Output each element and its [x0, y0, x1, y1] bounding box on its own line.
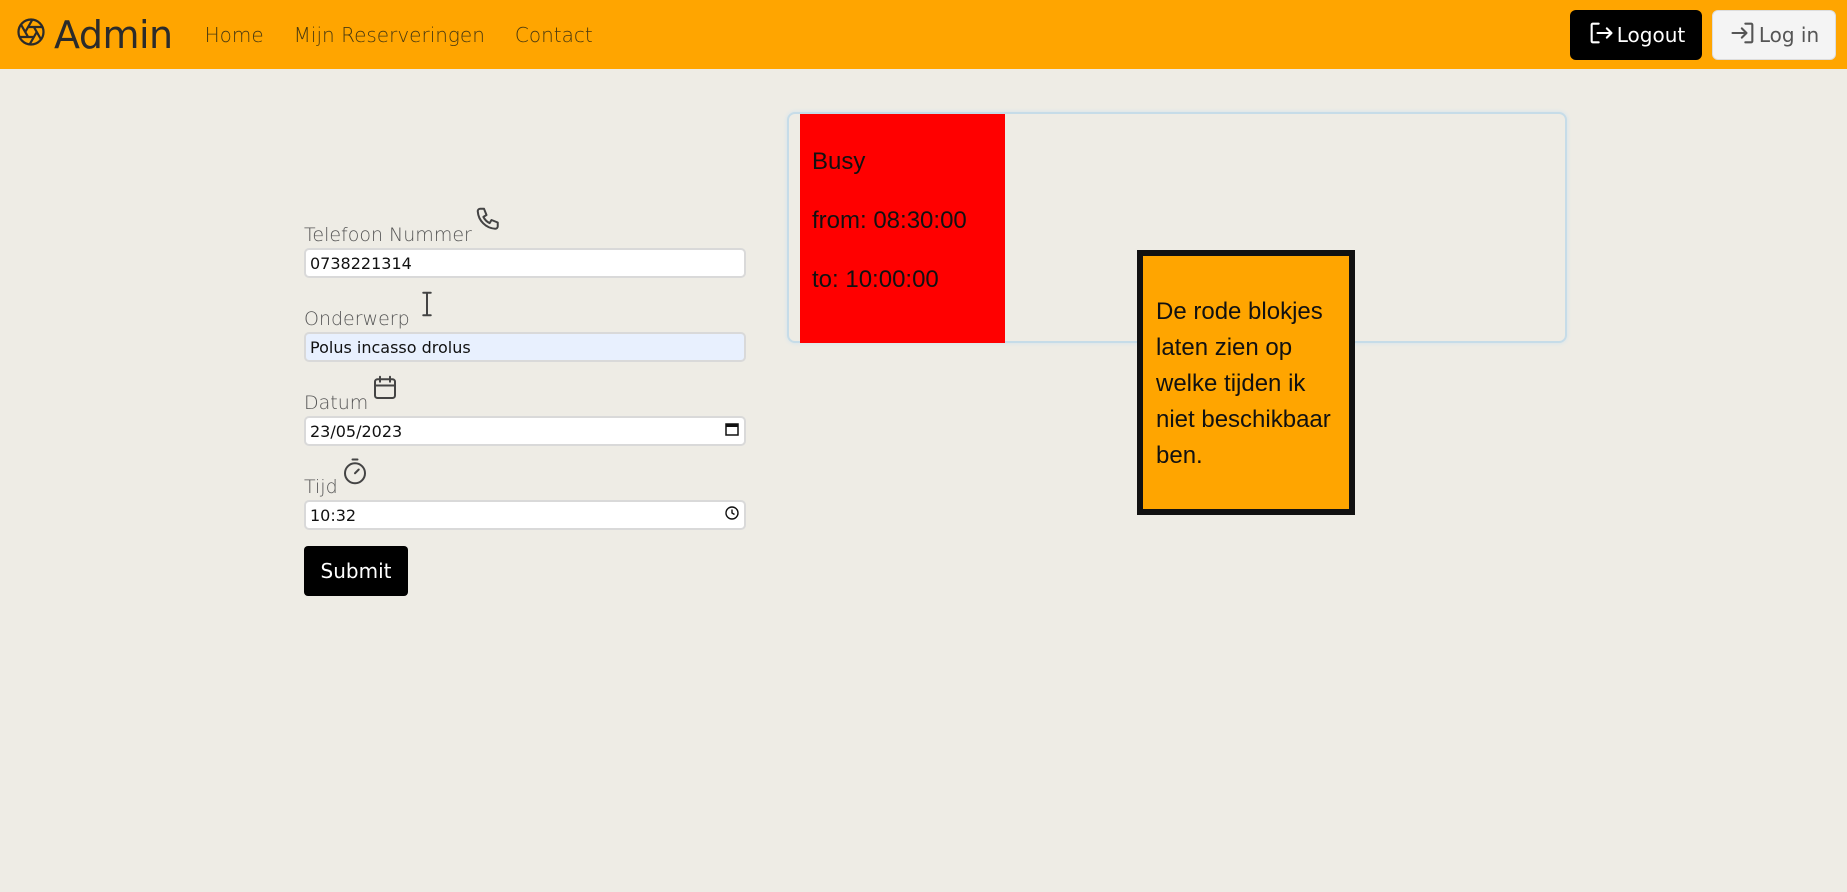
- date-label-text: Datum: [304, 392, 369, 414]
- info-note: De rode blokjes laten zien op welke tijd…: [1137, 250, 1355, 515]
- nav-link-home[interactable]: Home: [205, 23, 264, 47]
- login-button[interactable]: Log in: [1712, 10, 1836, 60]
- logout-icon: [1587, 19, 1617, 52]
- phone-label-text: Telefoon Nummer: [304, 224, 472, 246]
- nav-links: Home Mijn Reserveringen Contact: [205, 23, 623, 47]
- date-label: Datum: [304, 375, 746, 414]
- busy-from: from: 08:30:00: [812, 207, 967, 234]
- time-value: 10:32: [310, 505, 357, 525]
- subject-value: Polus incasso drolus: [310, 337, 471, 357]
- login-label: Log in: [1758, 23, 1820, 47]
- aperture-icon: [16, 17, 46, 52]
- busy-title: Busy: [812, 148, 866, 175]
- login-icon: [1729, 19, 1759, 52]
- nav-link-contact[interactable]: Contact: [515, 23, 593, 47]
- clock-icon[interactable]: [724, 505, 740, 525]
- phone-field[interactable]: 0738221314: [304, 248, 746, 278]
- nav-actions: Logout Log in: [1570, 10, 1836, 60]
- navbar: Admin Home Mijn Reserveringen Contact Lo…: [0, 0, 1847, 69]
- phone-value: 0738221314: [310, 253, 412, 273]
- phone-label: Telefoon Nummer: [304, 207, 746, 246]
- text-cursor-icon: [410, 289, 442, 330]
- calendar-icon: [368, 373, 400, 414]
- time-label-text: Tijd: [304, 476, 338, 498]
- busy-block: Busy from: 08:30:00 to: 10:00:00: [800, 114, 1005, 343]
- logout-label: Logout: [1616, 23, 1686, 47]
- subject-label: Onderwerp: [304, 291, 746, 330]
- info-note-text: De rode blokjes laten zien op welke tijd…: [1156, 298, 1331, 469]
- subject-label-text: Onderwerp: [304, 308, 410, 330]
- submit-button[interactable]: Submit: [304, 546, 408, 596]
- date-value: 23/05/2023: [310, 421, 403, 441]
- busy-to: to: 10:00:00: [812, 266, 939, 293]
- nav-link-reserveringen[interactable]: Mijn Reserveringen: [294, 23, 485, 47]
- date-picker-icon[interactable]: [724, 421, 740, 441]
- stopwatch-icon: [338, 457, 370, 498]
- phone-icon: [472, 205, 504, 246]
- subject-field[interactable]: Polus incasso drolus: [304, 332, 746, 362]
- date-field[interactable]: 23/05/2023: [304, 416, 746, 446]
- brand[interactable]: Admin: [16, 13, 173, 57]
- reservation-form: Telefoon Nummer 0738221314 Onderwerp Pol…: [304, 207, 746, 596]
- brand-name: Admin: [54, 12, 173, 57]
- time-field[interactable]: 10:32: [304, 500, 746, 530]
- logout-button[interactable]: Logout: [1570, 10, 1702, 60]
- time-label: Tijd: [304, 458, 746, 498]
